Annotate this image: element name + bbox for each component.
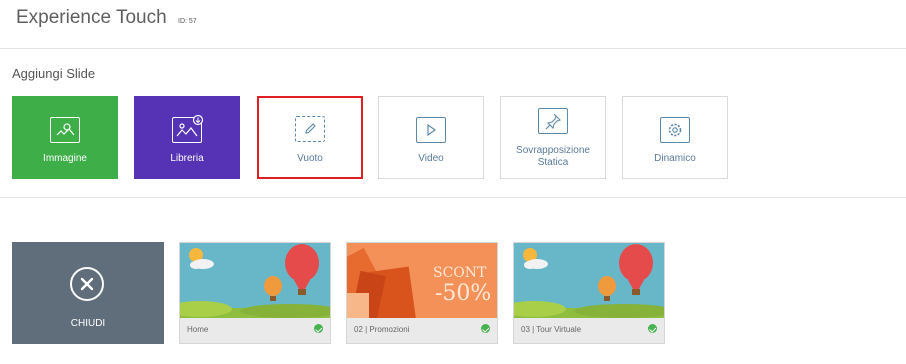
pin-icon xyxy=(538,108,568,134)
add-library-slide-button[interactable]: Libreria xyxy=(134,96,240,179)
tile-label-video: Video xyxy=(418,153,444,164)
page-id: ID: 57 xyxy=(178,18,197,25)
slide-card-tour-virtuale[interactable]: 03 | Tour Virtuale xyxy=(513,242,665,344)
add-empty-slide-button[interactable]: Vuoto xyxy=(257,96,363,179)
library-image-icon xyxy=(172,114,204,143)
section-divider xyxy=(0,197,906,198)
slide-thumbnail: SCONT -50% xyxy=(347,243,497,318)
slide-caption: Home xyxy=(187,325,209,334)
empty-pencil-icon xyxy=(295,116,325,142)
tile-label-immagine: Immagine xyxy=(43,153,87,164)
close-label: CHIUDI xyxy=(70,318,106,329)
page-title: Experience Touch xyxy=(16,7,167,28)
tile-label-sovrapposizione: Sovrapposizione Statica xyxy=(516,145,590,168)
check-icon xyxy=(648,324,657,333)
play-icon xyxy=(416,117,446,143)
tile-label-libreria: Libreria xyxy=(170,153,204,164)
check-icon xyxy=(314,324,323,333)
gear-icon xyxy=(660,117,690,143)
promo-headline: SCONT xyxy=(433,265,487,281)
slide-card-home[interactable]: Home xyxy=(179,242,331,344)
slide-card-promozioni[interactable]: SCONT -50% 02 | Promozioni xyxy=(346,242,498,344)
slide-caption: 03 | Tour Virtuale xyxy=(521,325,582,334)
add-slide-label: Aggiungi Slide xyxy=(12,66,96,81)
check-icon xyxy=(481,324,490,333)
page-header: Experience Touch ID: 57 xyxy=(0,0,906,49)
add-static-overlay-slide-button[interactable]: Sovrapposizione Statica xyxy=(500,96,606,179)
tile-label-dinamico: Dinamico xyxy=(654,153,696,164)
add-image-slide-button[interactable]: Immagine xyxy=(12,96,118,179)
image-sun-icon xyxy=(50,117,80,143)
close-button[interactable]: CHIUDI xyxy=(12,242,164,344)
slide-caption: 02 | Promozioni xyxy=(354,325,410,334)
add-video-slide-button[interactable]: Video xyxy=(378,96,484,179)
slide-thumbnail xyxy=(180,243,330,318)
slide-thumbnail xyxy=(514,243,664,318)
close-icon xyxy=(70,267,104,301)
promo-discount: -50% xyxy=(435,281,492,306)
add-dynamic-slide-button[interactable]: Dinamico xyxy=(622,96,728,179)
tile-label-vuoto: Vuoto xyxy=(297,153,323,164)
